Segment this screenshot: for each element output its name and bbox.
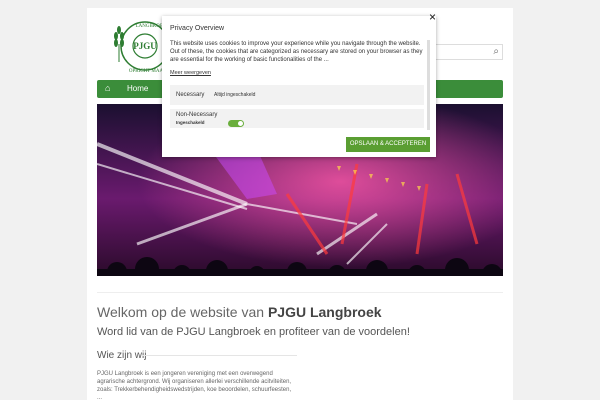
nav-item-home[interactable]: Home: [127, 84, 148, 93]
close-icon[interactable]: ×: [429, 10, 436, 24]
non-necessary-toggle[interactable]: [228, 120, 244, 127]
welcome-heading: Welkom op de website van PJGU Langbroek: [97, 304, 382, 320]
necessary-status: Altijd ingeschakeld: [214, 92, 256, 98]
necessary-label: Necessary: [176, 92, 205, 98]
show-more-link[interactable]: Meer weergeven: [170, 70, 211, 76]
cookie-modal: Privacy Overview × This website uses coo…: [162, 10, 436, 157]
necessary-row[interactable]: Necessary Altijd ingeschakeld: [170, 85, 424, 105]
subtitle: Word lid van de PJGU Langbroek en profit…: [97, 326, 410, 338]
modal-scrollbar[interactable]: [427, 40, 430, 130]
modal-title: Privacy Overview: [170, 25, 225, 32]
section-heading-rule: [142, 355, 297, 356]
section-heading: Wie zijn wij: [97, 350, 147, 361]
non-necessary-label: Non-Necessary: [176, 112, 218, 118]
modal-description: This website uses cookies to improve you…: [170, 41, 423, 63]
home-icon[interactable]: ⌂: [105, 83, 110, 93]
accept-button[interactable]: OPSLAAN & ACCEPTEREN: [346, 137, 430, 152]
non-necessary-row[interactable]: Non-Necessary Ingeschakeld: [170, 109, 424, 128]
divider: [97, 292, 503, 293]
welcome-prefix: Welkom op de website van: [97, 304, 265, 320]
intro-text: PJGU Langbroek is een jongeren verenigin…: [97, 371, 292, 400]
search-icon[interactable]: ⌕: [493, 46, 499, 57]
welcome-brand: PJGU Langbroek: [267, 304, 382, 320]
logo-monogram: PJGU: [133, 41, 157, 51]
non-necessary-status: Ingeschakeld: [176, 120, 205, 125]
